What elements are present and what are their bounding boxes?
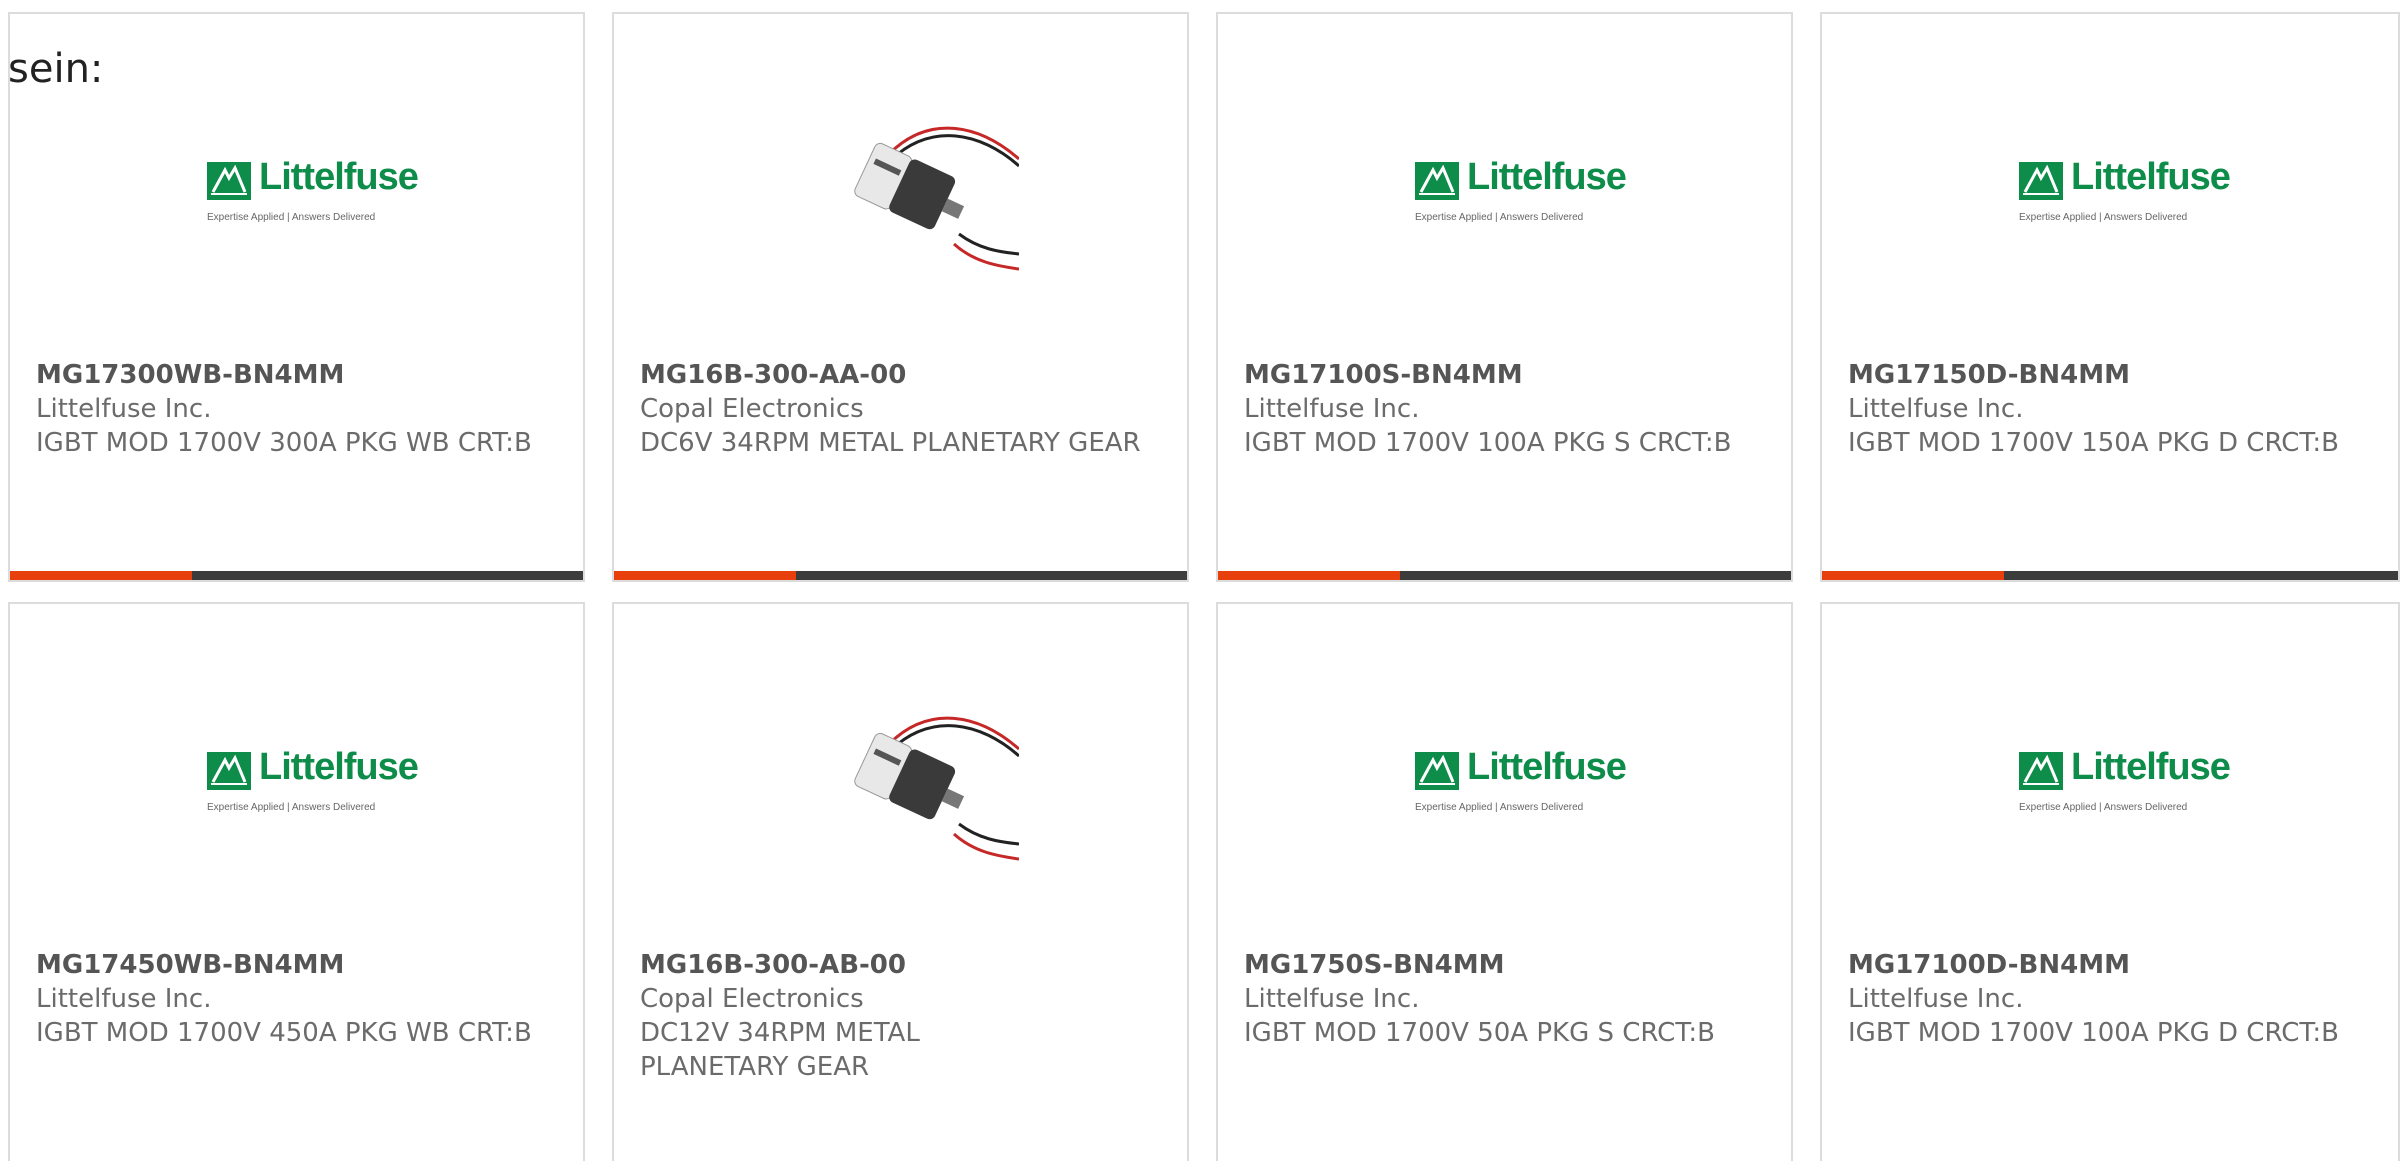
card-footer-bar [10, 571, 583, 580]
part-number[interactable]: MG17150D-BN4MM [1848, 360, 2130, 390]
product-image-area[interactable]: Littelfuse Expertise Applied | Answers D… [1218, 604, 1791, 944]
card-footer-accent [1822, 571, 2004, 580]
intro-text: sein: [8, 46, 104, 92]
manufacturer: Littelfuse Inc. [36, 394, 212, 424]
product-grid-page: sein: Littelfuse Expertise Applied | Ans… [0, 0, 2400, 1161]
product-card[interactable]: Littelfuse Expertise Applied | Answers D… [1820, 12, 2400, 582]
product-card[interactable]: MG16B-300-AA-00 Copal Electronics DC6V 3… [612, 12, 1189, 582]
description: IGBT MOD 1700V 100A PKG S CRCT:B [1244, 428, 1732, 458]
product-info: MG17100D-BN4MM Littelfuse Inc. IGBT MOD … [1848, 948, 2368, 1050]
littelfuse-mark-icon [207, 162, 251, 200]
littelfuse-tagline: Expertise Applied | Answers Delivered [207, 212, 376, 223]
littelfuse-logo: Littelfuse Expertise Applied | Answers D… [195, 152, 419, 223]
part-number[interactable]: MG1750S-BN4MM [1244, 950, 1505, 980]
littelfuse-logo: Littelfuse Expertise Applied | Answers D… [1403, 742, 1627, 813]
littelfuse-wordmark: Littelfuse [1467, 156, 1627, 198]
littelfuse-wordmark: Littelfuse [2071, 746, 2231, 788]
part-number[interactable]: MG17100D-BN4MM [1848, 950, 2130, 980]
manufacturer: Littelfuse Inc. [1848, 394, 2024, 424]
littelfuse-tagline: Expertise Applied | Answers Delivered [2019, 212, 2188, 223]
product-image-area[interactable] [614, 14, 1187, 354]
product-info: MG17150D-BN4MM Littelfuse Inc. IGBT MOD … [1848, 358, 2368, 460]
part-number[interactable]: MG17300WB-BN4MM [36, 360, 344, 390]
littelfuse-mark-icon [2019, 752, 2063, 790]
littelfuse-tagline: Expertise Applied | Answers Delivered [1415, 802, 1584, 813]
product-card[interactable]: Littelfuse Expertise Applied | Answers D… [1216, 12, 1793, 582]
description: IGBT MOD 1700V 450A PKG WB CRT:B [36, 1018, 532, 1048]
product-image-area[interactable]: Littelfuse Expertise Applied | Answers D… [1218, 14, 1791, 354]
littelfuse-wordmark: Littelfuse [259, 746, 419, 788]
product-card[interactable]: Littelfuse Expertise Applied | Answers D… [1820, 602, 2400, 1161]
littelfuse-tagline: Expertise Applied | Answers Delivered [207, 802, 376, 813]
card-footer-bar [1218, 571, 1791, 580]
part-number[interactable]: MG17450WB-BN4MM [36, 950, 344, 980]
description: IGBT MOD 1700V 150A PKG D CRCT:B [1848, 428, 2340, 458]
product-info: MG17300WB-BN4MM Littelfuse Inc. IGBT MOD… [36, 358, 556, 460]
card-footer-accent [10, 571, 192, 580]
littelfuse-wordmark: Littelfuse [259, 156, 419, 198]
gear-motor-photo [854, 126, 1019, 271]
product-card[interactable]: Littelfuse Expertise Applied | Answers D… [8, 602, 585, 1161]
product-info: MG17450WB-BN4MM Littelfuse Inc. IGBT MOD… [36, 948, 556, 1050]
littelfuse-mark-icon [2019, 162, 2063, 200]
product-card[interactable]: Littelfuse Expertise Applied | Answers D… [1216, 602, 1793, 1161]
littelfuse-mark-icon [207, 752, 251, 790]
littelfuse-tagline: Expertise Applied | Answers Delivered [2019, 802, 2188, 813]
description: IGBT MOD 1700V 50A PKG S CRCT:B [1244, 1018, 1715, 1048]
manufacturer: Copal Electronics [640, 984, 864, 1014]
description: DC6V 34RPM METAL PLANETARY GEAR [640, 428, 1141, 458]
card-footer-bar [1822, 571, 2398, 580]
littelfuse-tagline: Expertise Applied | Answers Delivered [1415, 212, 1584, 223]
card-footer-accent [1218, 571, 1400, 580]
littelfuse-wordmark: Littelfuse [1467, 746, 1627, 788]
littelfuse-mark-icon [1415, 752, 1459, 790]
manufacturer: Copal Electronics [640, 394, 864, 424]
manufacturer: Littelfuse Inc. [36, 984, 212, 1014]
product-info: MG1750S-BN4MM Littelfuse Inc. IGBT MOD 1… [1244, 948, 1764, 1050]
littelfuse-logo: Littelfuse Expertise Applied | Answers D… [2007, 742, 2231, 813]
description: DC12V 34RPM METAL PLANETARY GEAR [640, 1018, 920, 1082]
littelfuse-logo: Littelfuse Expertise Applied | Answers D… [2007, 152, 2231, 223]
product-image-area[interactable]: Littelfuse Expertise Applied | Answers D… [1822, 604, 2398, 944]
littelfuse-logo: Littelfuse Expertise Applied | Answers D… [1403, 152, 1627, 223]
card-footer-bar [614, 571, 1187, 580]
part-number[interactable]: MG17100S-BN4MM [1244, 360, 1523, 390]
product-image-area[interactable] [614, 604, 1187, 944]
part-number[interactable]: MG16B-300-AA-00 [640, 360, 906, 390]
description: IGBT MOD 1700V 100A PKG D CRCT:B [1848, 1018, 2340, 1048]
littelfuse-wordmark: Littelfuse [2071, 156, 2231, 198]
card-footer-accent [614, 571, 796, 580]
product-card[interactable]: MG16B-300-AB-00 Copal Electronics DC12V … [612, 602, 1189, 1161]
part-number[interactable]: MG16B-300-AB-00 [640, 950, 906, 980]
description: IGBT MOD 1700V 300A PKG WB CRT:B [36, 428, 532, 458]
manufacturer: Littelfuse Inc. [1244, 984, 1420, 1014]
product-info: MG17100S-BN4MM Littelfuse Inc. IGBT MOD … [1244, 358, 1764, 460]
manufacturer: Littelfuse Inc. [1848, 984, 2024, 1014]
product-image-area[interactable]: Littelfuse Expertise Applied | Answers D… [10, 604, 583, 944]
littelfuse-logo: Littelfuse Expertise Applied | Answers D… [195, 742, 419, 813]
manufacturer: Littelfuse Inc. [1244, 394, 1420, 424]
gear-motor-photo [854, 716, 1019, 861]
product-info: MG16B-300-AA-00 Copal Electronics DC6V 3… [640, 358, 1160, 460]
littelfuse-mark-icon [1415, 162, 1459, 200]
product-image-area[interactable]: Littelfuse Expertise Applied | Answers D… [1822, 14, 2398, 354]
product-info: MG16B-300-AB-00 Copal Electronics DC12V … [640, 948, 1160, 1084]
